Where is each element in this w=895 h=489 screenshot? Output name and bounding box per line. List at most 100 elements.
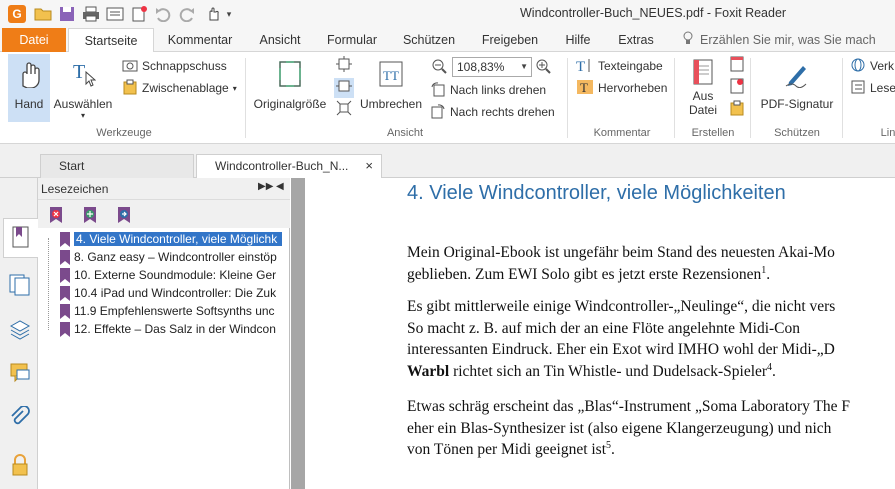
hand-tool-quick-icon[interactable] [202,4,224,24]
paragraph-line: interessanten Eindruck. Eher ein Exot wi… [407,341,835,358]
auswaehlen-button[interactable]: T Auswählen ▾ [52,54,114,122]
navigation-pane-strip [0,178,38,489]
zoom-out-button[interactable] [430,58,448,76]
pen-signature-icon [756,60,838,91]
aus-datei-label-line1: Aus [692,89,714,103]
tab-hilfe[interactable]: Hilfe [556,28,600,52]
scanner-icon [730,78,744,97]
tab-freigeben[interactable]: Freigeben [474,28,546,52]
zoom-in-button[interactable] [534,58,552,76]
bookmark-button[interactable]: Lese [850,78,895,98]
zwischenablage-button[interactable]: Zwischenablage ▾ [122,78,237,98]
tab-formular[interactable]: Formular [320,28,384,52]
tab-schuetzen[interactable]: Schützen [396,28,462,52]
tab-startseite[interactable]: Startseite [68,28,154,53]
tab-kommentar[interactable]: Kommentar [160,28,240,52]
print-icon[interactable] [80,4,102,24]
undo-icon[interactable] [152,4,174,24]
bookmarks-panel-title: Lesezeichen [41,182,109,196]
tab-extras[interactable]: Extras [610,28,662,52]
attachments-panel-button[interactable] [8,404,32,430]
paragraph-text: richtet sich an Tin Whistle- und Dudelsa… [449,362,768,380]
save-icon[interactable] [56,4,78,24]
svg-text:TT: TT [383,68,399,83]
ribbon-tabs: Datei Startseite Kommentar Ansicht Formu… [0,28,895,53]
new-document-icon[interactable] [128,4,150,24]
hervorheben-label: Hervorheben [598,81,668,95]
layers-panel-button[interactable] [8,318,32,342]
hand-button[interactable]: Hand [8,54,50,122]
group-label-kommentar: Kommentar [593,127,651,139]
bookmark-item[interactable]: 10.4 iPad und Windcontroller: Die Zuk [60,284,288,302]
fit-width-button[interactable] [334,78,354,98]
paragraph-text: . [766,265,771,283]
from-scanner-button[interactable] [728,78,746,96]
redo-icon[interactable] [176,4,198,24]
open-folder-icon[interactable] [32,4,54,24]
bookmark-item[interactable]: 4. Viele Windcontroller, viele Möglichk [60,230,288,248]
rotate-right-button[interactable]: Nach rechts drehen [430,102,555,122]
group-label-erstellen: Erstellen [691,127,735,139]
customize-toolbar-chevron-icon[interactable]: ▾ [222,4,236,24]
bookmark-item[interactable]: 8. Ganz easy – Windcontroller einstöp [60,248,288,266]
document-view[interactable]: 4. Viele Windcontroller, viele Möglichke… [291,178,895,489]
camera-icon [122,58,138,75]
originalgroesse-label: Originalgröße [253,97,327,111]
aus-datei-button[interactable]: Aus Datei [680,54,726,124]
fit-page-button[interactable] [334,56,354,76]
bookmark-flag-icon [60,321,70,337]
bookmark-item[interactable]: 11.9 Empfehlenswerte Softsynths unc [60,302,288,320]
bookmark-item[interactable]: 12. Effekte – Das Salz in der Windcon [60,320,288,338]
pages-panel-button[interactable] [8,274,32,298]
bookmark-list: 4. Viele Windcontroller, viele Möglichk … [38,228,290,489]
bookmark-item-label: 8. Ganz easy – Windcontroller einstöp [74,250,277,264]
tab-ansicht[interactable]: Ansicht [250,28,310,52]
properties-icon[interactable] [104,4,126,24]
bookmarks-panel: Lesezeichen ▶▶ ◀ 4. Viele Windcontroller… [38,178,290,489]
bookmark-item-label: 4. Viele Windcontroller, viele Möglichk [74,232,282,246]
bookmark-item-label: 11.9 Empfehlenswerte Softsynths unc [74,304,275,318]
from-clipboard-button[interactable] [728,100,746,118]
umbrechen-button[interactable]: TT Umbrechen [358,54,424,122]
paragraph-line: Etwas schräg erscheint das „Blas“-Instru… [407,398,851,415]
ribbon-separator [750,58,751,138]
originalgroesse-button[interactable]: Originalgröße [252,54,328,122]
bookmark-label: Lese [870,81,895,95]
rotate-left-button[interactable]: Nach links drehen [430,80,546,100]
doc-tab-windcontroller[interactable]: Windcontroller-Buch_N... × [196,154,382,179]
doc-tab-start[interactable]: Start [40,154,194,178]
foxit-logo-icon[interactable]: G [8,5,26,23]
expand-panel-icon[interactable]: ▶▶ [258,181,273,192]
from-file-icon [680,58,726,89]
ribbon-startseite: Hand T Auswählen ▾ Schnappschuss Zwische… [0,52,895,144]
close-tab-icon[interactable]: × [365,155,373,177]
paragraph-text: . [772,362,776,380]
tab-datei[interactable]: Datei [2,28,66,52]
hervorheben-button[interactable]: T Hervorheben [576,78,667,98]
collapse-panel-icon[interactable]: ◀ [276,181,284,192]
security-panel-button[interactable] [8,453,32,478]
go-to-bookmark-icon[interactable] [116,206,134,224]
paragraph-line: geblieben. Zum EWI Solo gibt es jetzt er… [407,264,835,286]
paragraph-line: Es gibt mittlerweile einige Windcontroll… [407,298,836,315]
paragraph-text: geblieben. Zum EWI Solo gibt es jetzt er… [407,265,762,283]
link-button[interactable]: Verk [850,56,894,76]
blank-page-button[interactable] [728,56,746,74]
comments-panel-button[interactable] [8,362,32,386]
tell-me-search[interactable]: Erzählen Sie mir, was Sie mach [682,28,876,52]
window-title: Windcontroller-Buch_NEUES.pdf - Foxit Re… [520,6,787,20]
delete-bookmark-icon[interactable] [48,206,66,224]
page-heading: 4. Viele Windcontroller, viele Möglichke… [407,182,786,204]
group-label-ansicht: Ansicht [386,127,424,139]
fit-visible-button[interactable] [334,100,354,120]
add-bookmark-icon[interactable] [82,206,100,224]
ribbon-separator [567,58,568,138]
ribbon-separator [674,58,675,138]
schnappschuss-button[interactable]: Schnappschuss [122,56,227,76]
texteingabe-button[interactable]: T Texteingabe [576,56,663,76]
bookmarks-panel-button[interactable] [3,218,38,258]
paragraph-line: von Tönen per Midi geeignet ist5. [407,439,850,461]
bookmark-item[interactable]: 10. Externe Soundmodule: Kleine Ger [60,266,288,284]
zoom-level-select[interactable]: 108,83% ▼ [452,57,532,77]
pdf-signatur-button[interactable]: PDF-Signatur [756,54,838,122]
